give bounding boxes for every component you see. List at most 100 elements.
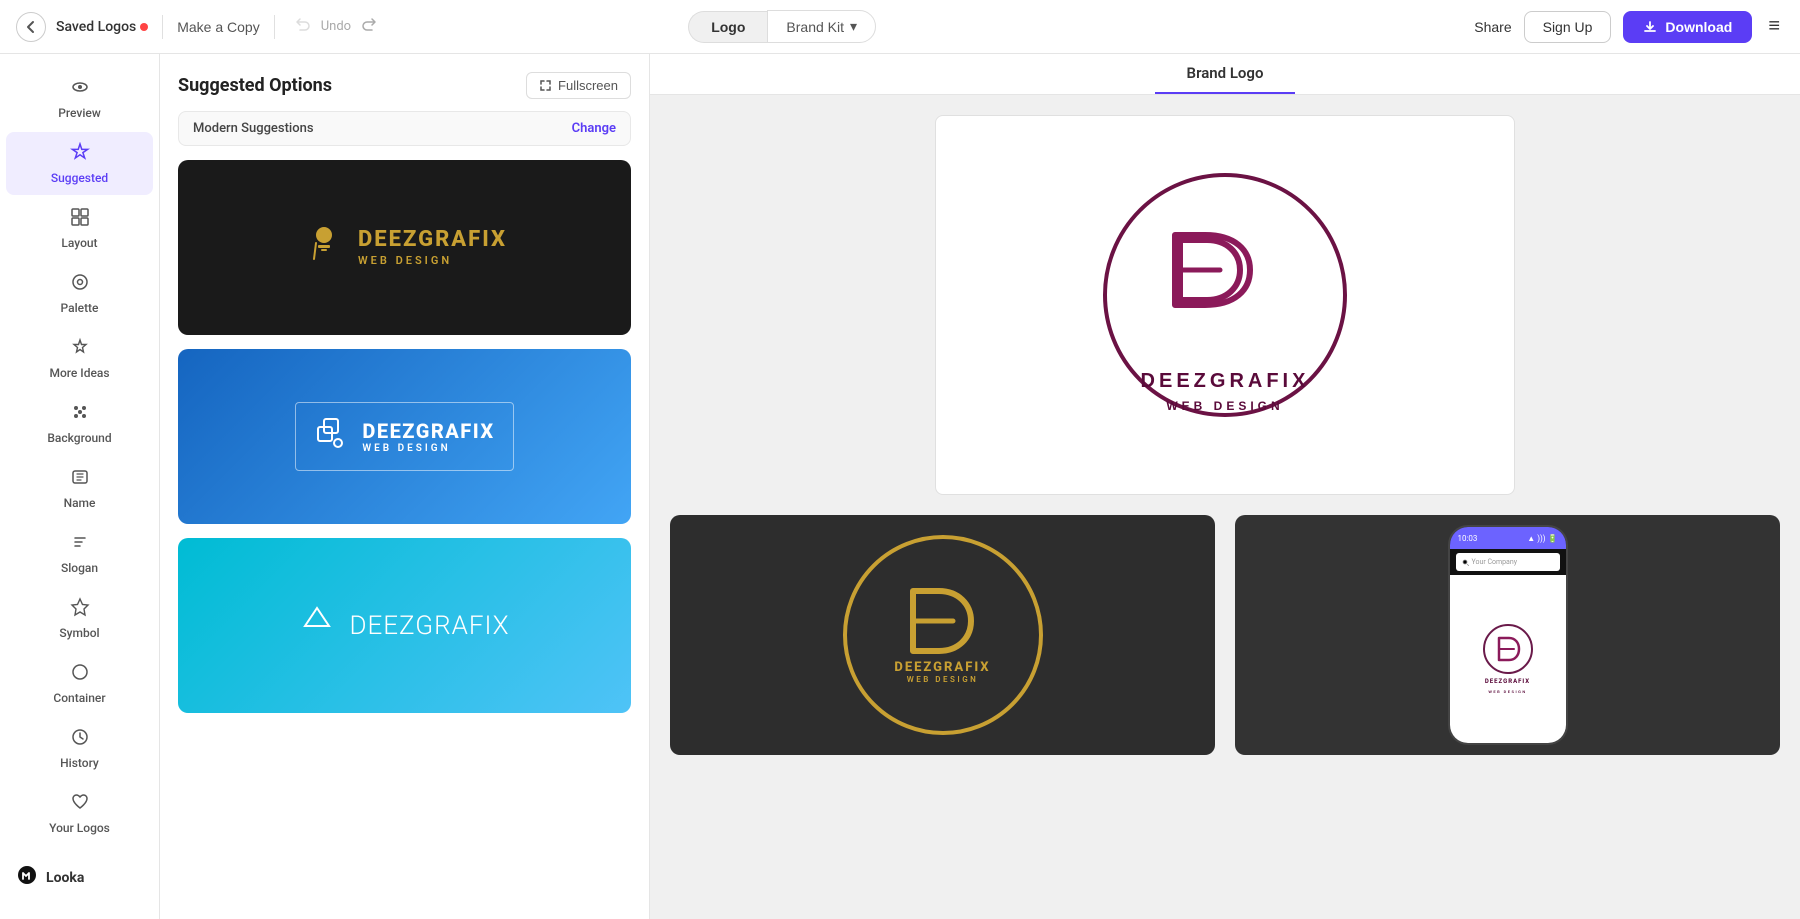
- undo-redo-group: Undo: [289, 13, 383, 40]
- suggestions-panel: Suggested Options Fullscreen Modern Sugg…: [160, 54, 650, 919]
- more-ideas-icon: [70, 337, 90, 361]
- sidebar-item-more-ideas[interactable]: More Ideas: [6, 327, 153, 390]
- logo-card-2[interactable]: DEEZGRAFIX WEB DESIGN: [178, 349, 631, 524]
- sidebar-item-label: Slogan: [61, 561, 98, 575]
- card2-brand-name: DEEZGRAFIX: [362, 419, 494, 443]
- sidebar-brand: Looka: [0, 848, 159, 907]
- sidebar-item-label: Symbol: [59, 626, 99, 640]
- sidebar-item-label: History: [60, 756, 99, 770]
- brand-kit-tab[interactable]: Brand Kit ▾: [767, 10, 876, 43]
- sidebar-item-label: Background: [47, 431, 111, 445]
- layout-icon: [70, 207, 90, 231]
- card1-brand-name: DEEZGRAFIX: [358, 228, 507, 252]
- phone-logo-circle: [1483, 624, 1533, 674]
- signup-button[interactable]: Sign Up: [1524, 11, 1612, 43]
- change-filter-button[interactable]: Change: [572, 121, 616, 136]
- brand-logo-tab-bar: Brand Logo: [650, 54, 1800, 95]
- logo-tab[interactable]: Logo: [688, 11, 767, 43]
- sidebar-item-label: Suggested: [51, 171, 108, 185]
- filter-label: Modern Suggestions: [193, 121, 314, 136]
- hamburger-menu-button[interactable]: ≡: [1764, 11, 1784, 42]
- make-copy-button[interactable]: Make a Copy: [177, 19, 259, 35]
- sidebar-item-suggested[interactable]: Suggested: [6, 132, 153, 195]
- card3-brand-name: DEEZGRAFIX: [349, 611, 509, 641]
- panel-header: Suggested Options Fullscreen: [160, 54, 649, 111]
- back-button[interactable]: [16, 12, 46, 42]
- mockup-card-phone: 10:03 ▲ ))) 🔋 Your Company: [1235, 515, 1780, 755]
- sidebar-brand-label: Looka: [46, 870, 84, 886]
- suggestions-filter: Modern Suggestions Change: [178, 111, 631, 146]
- sidebar-item-label: Your Logos: [49, 821, 110, 835]
- redo-button[interactable]: [355, 13, 383, 40]
- svg-text:WEB DESIGN: WEB DESIGN: [1166, 399, 1283, 413]
- card1-tagline: WEB DESIGN: [358, 254, 507, 267]
- sidebar-item-preview[interactable]: Preview: [6, 67, 153, 130]
- background-icon: [70, 402, 90, 426]
- gold-brand-name: DEEZGRAFIX: [894, 660, 990, 675]
- main-layout: Preview Suggested Layout Palette More Id…: [0, 54, 1800, 919]
- canvas-area: Brand Logo: [650, 54, 1800, 919]
- history-icon: [70, 727, 90, 751]
- sidebar-item-your-logos[interactable]: Your Logos: [6, 782, 153, 845]
- gold-d-icon: [903, 586, 983, 656]
- sidebar-item-container[interactable]: Container: [6, 652, 153, 715]
- nav-divider: [162, 15, 163, 39]
- sidebar-item-layout[interactable]: Layout: [6, 197, 153, 260]
- sidebar-item-background[interactable]: Background: [6, 392, 153, 455]
- brand-logo-tab-label[interactable]: Brand Logo: [1155, 54, 1296, 94]
- fullscreen-button[interactable]: Fullscreen: [526, 72, 631, 99]
- fullscreen-icon: [539, 79, 552, 92]
- topnav-left: Saved Logos Make a Copy Undo: [16, 12, 383, 42]
- card3-icon: [299, 604, 335, 648]
- sidebar-item-slogan[interactable]: Slogan: [6, 522, 153, 585]
- undo-label: Undo: [321, 19, 351, 34]
- phone-status-bar: 10:03 ▲ ))) 🔋: [1450, 527, 1566, 549]
- topnav-right: Share Sign Up Download ≡: [1474, 11, 1784, 43]
- sidebar-item-symbol[interactable]: Symbol: [6, 587, 153, 650]
- phone-brand-name: DEEZGRAFIX: [1485, 678, 1530, 685]
- sidebar-item-palette[interactable]: Palette: [6, 262, 153, 325]
- phone-url-bar: Your Company: [1456, 553, 1560, 571]
- topnav: Saved Logos Make a Copy Undo Logo Brand …: [0, 0, 1800, 54]
- phone-device: 10:03 ▲ ))) 🔋 Your Company: [1448, 525, 1568, 745]
- gold-circle: DEEZGRAFIX WEB DESIGN: [843, 535, 1043, 735]
- download-icon: [1643, 20, 1657, 34]
- logo-card-1[interactable]: DEEZGRAFIX WEB DESIGN: [178, 160, 631, 335]
- chevron-down-icon: ▾: [850, 18, 857, 35]
- container-icon: [70, 662, 90, 686]
- canvas-scroll: DEEZGRAFIX WEB DESIGN DEEZGR: [650, 95, 1800, 919]
- topnav-center-tabs: Logo Brand Kit ▾: [688, 10, 876, 43]
- heart-icon: [70, 792, 90, 816]
- slogan-icon: [70, 532, 90, 556]
- name-icon: [70, 467, 90, 491]
- undo-button[interactable]: [289, 13, 317, 40]
- nav-divider-2: [274, 15, 275, 39]
- sidebar-item-name[interactable]: Name: [6, 457, 153, 520]
- share-button[interactable]: Share: [1474, 19, 1511, 35]
- main-logo-svg: DEEZGRAFIX WEB DESIGN: [1085, 165, 1365, 445]
- suggested-icon: [70, 142, 90, 166]
- svg-text:DEEZGRAFIX: DEEZGRAFIX: [1141, 370, 1310, 392]
- card1-icon: [302, 221, 346, 275]
- search-icon: [1462, 559, 1469, 566]
- sidebar-item-label: Preview: [58, 106, 101, 120]
- looka-icon: [16, 864, 38, 891]
- card2-icon: [314, 415, 350, 458]
- logo-cards-list: DEEZGRAFIX WEB DESIGN DEEZGRAFIX WEB DES…: [160, 160, 649, 731]
- download-button[interactable]: Download: [1623, 11, 1752, 43]
- panel-title: Suggested Options: [178, 75, 332, 96]
- card2-tagline: WEB DESIGN: [362, 443, 494, 454]
- mockup-card-gold: DEEZGRAFIX WEB DESIGN: [670, 515, 1215, 755]
- sidebar-item-label: Container: [53, 691, 105, 705]
- logo-card-3[interactable]: DEEZGRAFIX: [178, 538, 631, 713]
- main-logo-canvas: DEEZGRAFIX WEB DESIGN: [935, 115, 1515, 495]
- mockup-row: DEEZGRAFIX WEB DESIGN 10:03 ▲ ))) 🔋: [670, 515, 1780, 755]
- sidebar-item-label: More Ideas: [49, 366, 109, 380]
- sidebar-item-label: Palette: [61, 301, 99, 315]
- sidebar-item-history[interactable]: History: [6, 717, 153, 780]
- phone-logo-area: DEEZGRAFIX WEB DESIGN: [1450, 575, 1566, 743]
- phone-tagline: WEB DESIGN: [1488, 689, 1526, 694]
- saved-logos-label: Saved Logos: [56, 19, 148, 35]
- sidebar-item-label: Name: [64, 496, 96, 510]
- sidebar-item-label: Layout: [61, 236, 97, 250]
